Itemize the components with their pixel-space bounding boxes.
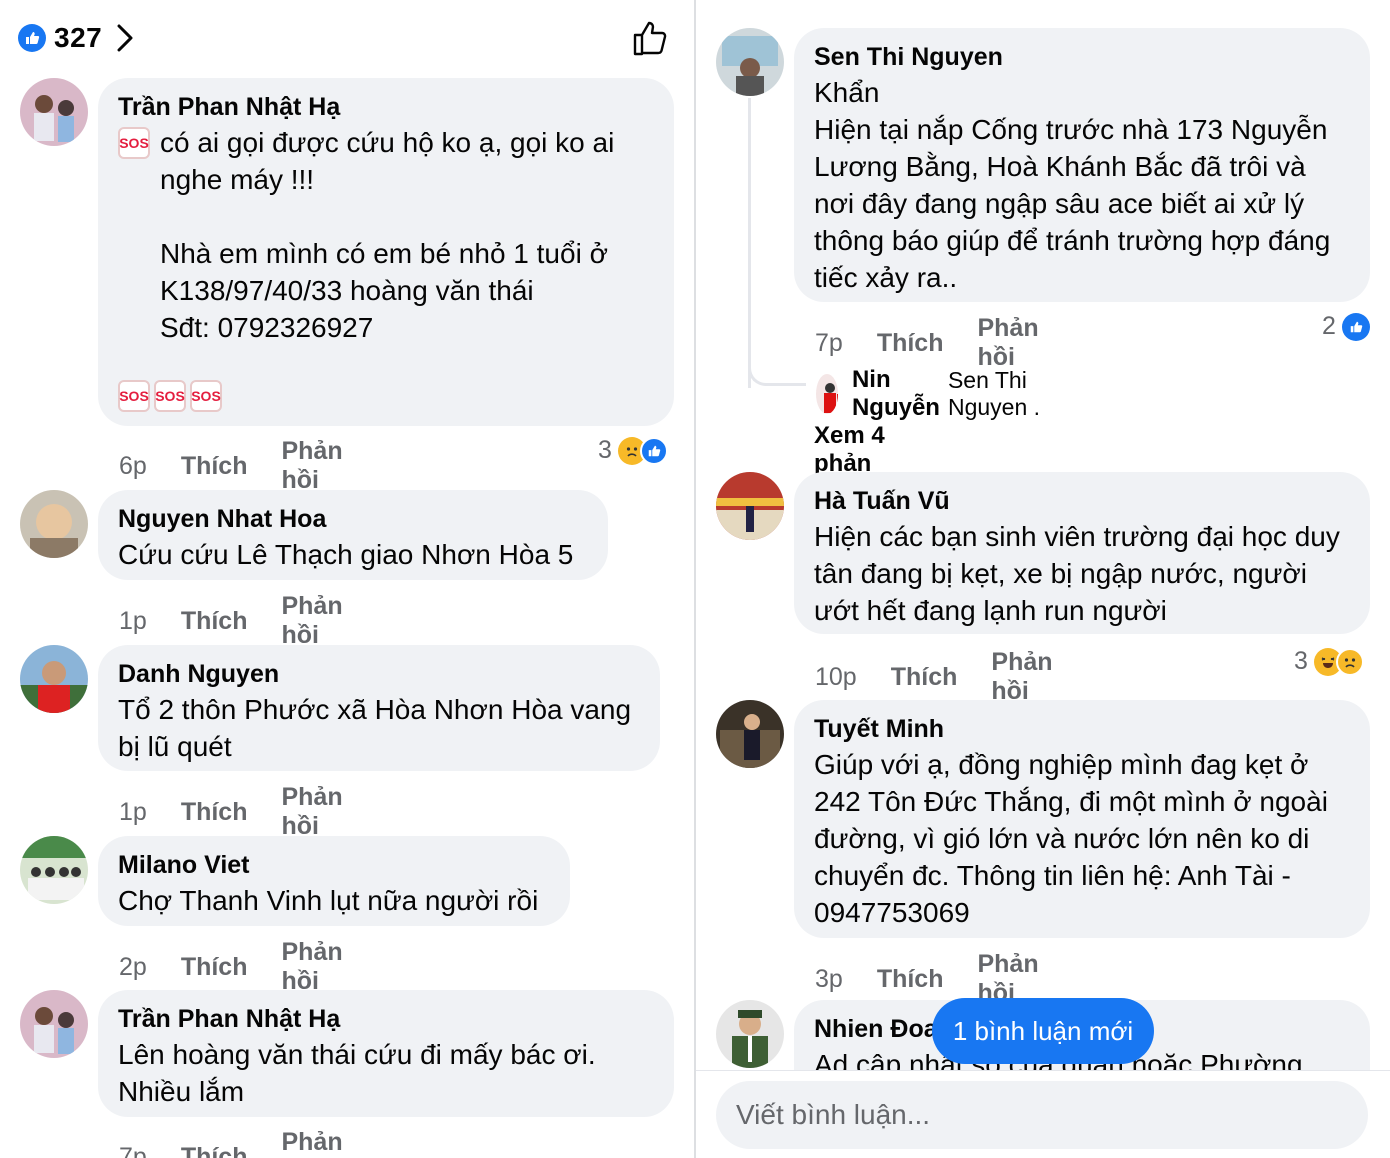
comment-time[interactable]: 6p [119,452,147,481]
like-link[interactable]: Thích [181,953,248,982]
thread-connector [748,330,806,386]
comment-time[interactable]: 7p [119,1143,147,1158]
comment-text: có ai gọi được cứu hộ ko ạ, gọi ko ai ng… [160,127,615,343]
like-link[interactable]: Thích [877,329,944,358]
sos-emoji-icon: SOS [190,380,222,412]
comment-text: Tổ 2 thôn Phước xã Hòa Nhơn Hòa vang bị … [118,694,632,762]
avatar[interactable] [716,28,784,96]
right-comments-panel: Sen Thi Nguyen Khẩn Hiện tại nắp Cống tr… [696,0,1390,1158]
comment-actions: 7p Thích Phản hồi [815,314,1039,372]
like-link[interactable]: Thích [877,965,944,994]
comment-text: Khẩn Hiện tại nắp Cống trước nhà 173 Ngu… [814,77,1331,293]
new-comments-button[interactable]: 1 bình luận mới [932,998,1154,1064]
avatar[interactable] [816,374,838,414]
avatar[interactable] [716,1000,784,1068]
comment-bubble: Milano Viet Chợ Thanh Vinh lụt nữa người… [98,836,570,926]
comment-time[interactable]: 7p [815,329,843,358]
reaction-count: 327 [54,22,103,53]
comment-bubble: Trần Phan Nhật Hạ SOS có ai gọi được cứu… [98,78,674,426]
comment-bubble: Nguyen Nhat Hoa Cứu cứu Lê Thạch giao Nh… [98,490,608,580]
like-link[interactable]: Thích [181,452,248,481]
sos-emoji-icon: SOS [118,127,150,159]
reply-link[interactable]: Phản hồi [281,592,342,650]
reply-link[interactable]: Phản hồi [991,648,1052,706]
reaction-count: 2 [1322,312,1336,340]
comment-bubble: Tuyết Minh Giúp với ạ, đồng nghiệp mình … [794,700,1370,938]
commenter-name[interactable]: Sen Thi Nguyen [814,40,1350,74]
sos-emoji-icon: SOS [118,380,150,412]
avatar[interactable] [716,472,784,540]
commenter-name[interactable]: Hà Tuấn Vũ [814,484,1350,518]
comment-text: Chợ Thanh Vinh lụt nữa người rồi [118,885,539,916]
comment-text: Giúp với ạ, đồng nghiệp mình đag kẹt ở 2… [814,749,1328,928]
left-comments-panel: 327 Trần Phan Nhật Hạ SOS có ai gọi được… [0,0,694,1158]
reply-item: Nin Nguyễn Sen Thi Nguyen . [816,366,1045,422]
comment-reactions[interactable]: 3 [598,436,668,465]
comment-time[interactable]: 1p [119,798,147,827]
comment-bubble: Danh Nguyen Tổ 2 thôn Phước xã Hòa Nhơn … [98,645,660,771]
comment-composer-bar: Viết bình luận... [696,1070,1390,1158]
comment-text: Lên hoàng văn thái cứu đi mấy bác ơi. Nh… [118,1039,596,1107]
reply-link[interactable]: Phản hồi [977,314,1038,372]
comment-actions: 2p Thích Phản hồi [119,938,343,996]
reply-author[interactable]: Nin Nguyễn [852,366,940,422]
reaction-count: 3 [1294,647,1308,675]
chevron-right-icon[interactable] [116,23,134,53]
comment-bubble: Hà Tuấn Vũ Hiện các bạn sinh viên trường… [794,472,1370,634]
comment-actions: 10p Thích Phản hồi [815,648,1053,706]
commenter-name[interactable]: Trần Phan Nhật Hạ [118,90,654,124]
trailing-emojis: SOS SOS SOS [118,380,654,412]
commenter-name[interactable]: Tuyết Minh [814,712,1350,746]
commenter-name[interactable]: Danh Nguyen [118,657,640,691]
commenter-name[interactable]: Nguyen Nhat Hoa [118,502,588,536]
like-link[interactable]: Thích [181,798,248,827]
reply-link[interactable]: Phản hồi [281,783,342,841]
sad-reaction-icon [1335,647,1364,676]
avatar[interactable] [20,490,88,558]
like-link[interactable]: Thích [891,663,958,692]
reaction-summary[interactable]: 327 [18,18,134,58]
comment-actions: 1p Thích Phản hồi [119,783,343,841]
commenter-name[interactable]: Milano Viet [118,848,550,882]
commenter-name[interactable]: Trần Phan Nhật Hạ [118,1002,654,1036]
comment-reactions[interactable]: 3 [1294,647,1364,676]
reaction-count: 3 [598,436,612,464]
thumbs-up-outline-icon[interactable] [630,18,670,63]
comment-bubble: Trần Phan Nhật Hạ Lên hoàng văn thái cứu… [98,990,674,1117]
comment-actions: 7p Thích Phản hồi [119,1128,343,1158]
like-badge-icon [18,24,46,52]
like-reaction-icon [639,436,668,465]
reply-text: Sen Thi Nguyen . [947,367,1041,420]
reply-link[interactable]: Phản hồi [281,938,342,996]
comment-time[interactable]: 2p [119,953,147,982]
comment-reactions[interactable]: 2 [1322,312,1370,341]
avatar[interactable] [20,990,88,1058]
comment-input[interactable]: Viết bình luận... [716,1081,1368,1149]
comment-actions: 1p Thích Phản hồi [119,592,343,650]
sos-emoji-icon: SOS [154,380,186,412]
comment-bubble: Sen Thi Nguyen Khẩn Hiện tại nắp Cống tr… [794,28,1370,302]
comment-text: Cứu cứu Lê Thạch giao Nhơn Hòa 5 [118,539,574,570]
comment-text: Hiện các bạn sinh viên trường đại học du… [814,521,1340,626]
comment-time[interactable]: 3p [815,965,843,994]
reply-link[interactable]: Phản hồi [281,1128,342,1158]
avatar[interactable] [20,645,88,713]
like-link[interactable]: Thích [181,1143,248,1158]
avatar[interactable] [20,78,88,146]
like-reaction-icon [1341,312,1370,341]
avatar[interactable] [716,700,784,768]
comment-time[interactable]: 1p [119,607,147,636]
comment-time[interactable]: 10p [815,663,857,692]
reply-link[interactable]: Phản hồi [281,437,342,495]
comment-actions: 6p Thích Phản hồi [119,437,343,495]
avatar[interactable] [20,836,88,904]
like-link[interactable]: Thích [181,607,248,636]
